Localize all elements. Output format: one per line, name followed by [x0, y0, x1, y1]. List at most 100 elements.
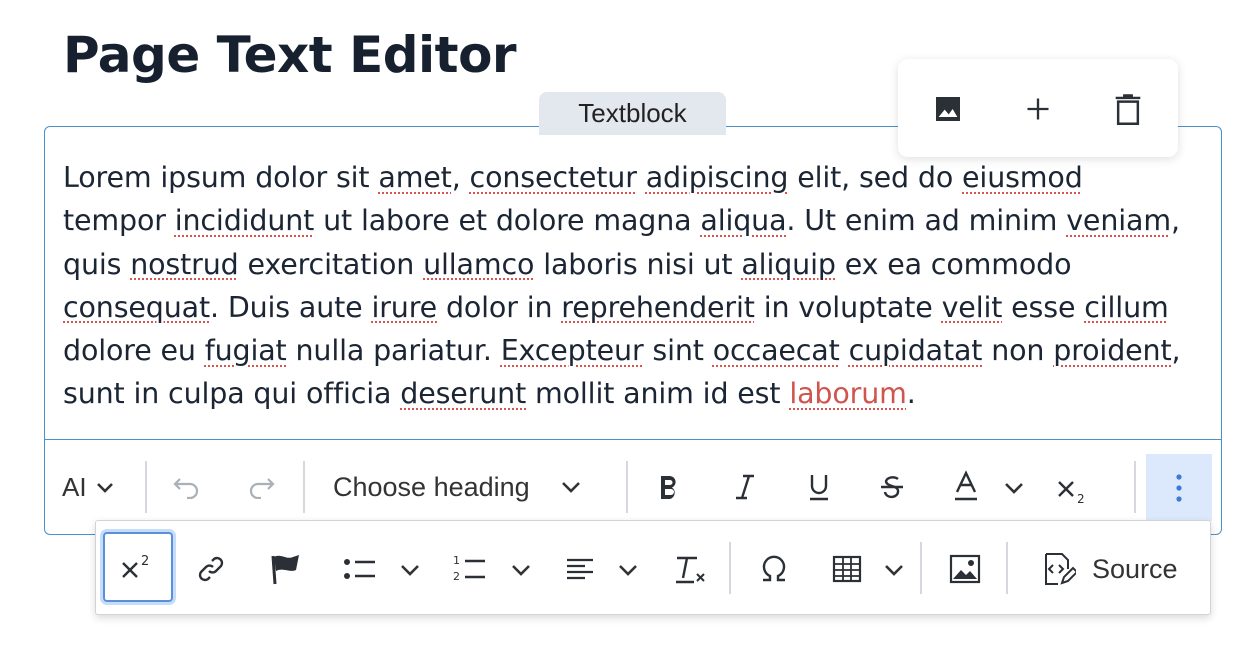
editor-line: dolore eu fugiat nulla pariatur. Excepte…: [63, 329, 1208, 372]
toolbar-divider: [729, 542, 731, 594]
misspelled-word: proident: [1053, 334, 1172, 368]
insert-image-icon[interactable]: [947, 552, 983, 586]
text-run: non: [982, 334, 1054, 368]
link-icon[interactable]: [194, 552, 228, 586]
toolbar-divider: [1134, 461, 1136, 513]
misspelled-word: veniam: [1066, 204, 1171, 238]
toolbar-divider: [303, 461, 305, 513]
text-run: . Ut enim ad minim: [786, 204, 1067, 238]
ai-dropdown[interactable]: AI: [62, 468, 115, 506]
text-run: .: [906, 377, 916, 411]
bold-icon[interactable]: [654, 470, 684, 504]
superscript-icon[interactable]: 2: [103, 532, 173, 602]
image-icon[interactable]: [926, 87, 970, 131]
misspelled-word: adipiscing: [645, 161, 789, 194]
text-run: dolore eu: [63, 334, 205, 368]
undo-icon[interactable]: [170, 474, 204, 500]
trash-icon[interactable]: [1106, 87, 1150, 131]
toolbar-divider: [920, 542, 922, 594]
block-type-label: Textblock: [539, 92, 726, 135]
text-run: [637, 161, 646, 194]
misspelled-word: reprehenderit: [561, 290, 755, 324]
text-run: ex ea commodo: [835, 247, 1072, 281]
redo-icon[interactable]: [244, 474, 278, 500]
misspelled-word: cupidatat: [848, 334, 983, 368]
text-run: ,: [1171, 334, 1181, 368]
text-run: sunt in culpa qui officia: [63, 377, 401, 411]
misspelled-word: irure: [371, 290, 438, 324]
editor-line: sunt in culpa qui officia deserunt molli…: [63, 372, 1208, 415]
text-run: ,: [1170, 204, 1180, 238]
misspelled-word: laborum: [789, 377, 907, 411]
text-run: Lorem ipsum dolor sit: [63, 161, 379, 194]
text-run: elit, sed do: [788, 161, 963, 194]
text-run: [840, 334, 849, 367]
editor-line: tempor incididunt ut labore et dolore ma…: [63, 199, 1208, 242]
heading-dropdown[interactable]: Choose heading: [333, 466, 582, 508]
misspelled-word: aliqua: [700, 204, 787, 238]
text-run: mollit anim id est: [526, 377, 790, 411]
chevron-down-icon[interactable]: [882, 560, 906, 580]
editor-line: quis nostrud exercitation ullamco labori…: [63, 243, 1208, 286]
italic-icon[interactable]: [730, 470, 760, 504]
plus-icon[interactable]: [1016, 87, 1060, 131]
misspelled-word: consectetur: [469, 161, 637, 194]
table-icon[interactable]: [830, 553, 864, 585]
chevron-down-icon[interactable]: [1002, 478, 1026, 498]
misspelled-word: Excepteur: [500, 334, 644, 368]
chevron-down-icon[interactable]: [616, 560, 640, 580]
more-vertical-icon[interactable]: [1146, 454, 1212, 521]
text-run: esse: [1002, 290, 1085, 324]
editor-line: consequat. Duis aute irure dolor in repr…: [63, 286, 1208, 329]
text-run: in voluptate: [754, 290, 942, 324]
editor-text[interactable]: Lorem ipsum dolor sit amet, consectetur …: [63, 156, 1208, 416]
text-run: exercitation: [238, 247, 424, 281]
align-icon[interactable]: [564, 554, 596, 584]
misspelled-word: nostrud: [130, 247, 239, 281]
text-run: laboris nisi ut: [534, 247, 742, 281]
chevron-down-icon[interactable]: [509, 560, 533, 580]
misspelled-word: occaecat: [712, 334, 840, 368]
subscript-icon[interactable]: 2: [1055, 474, 1091, 506]
misspelled-word: amet: [378, 161, 452, 194]
chevron-down-icon: [95, 480, 115, 494]
heading-label: Choose heading: [333, 471, 530, 502]
misspelled-word: fugiat: [204, 334, 287, 368]
flag-icon[interactable]: [266, 550, 306, 588]
misspelled-word: consequat: [63, 290, 210, 324]
svg-text:2: 2: [141, 554, 149, 569]
numbered-list-icon[interactable]: 12: [452, 552, 488, 584]
misspelled-word: deserunt: [400, 377, 527, 411]
toolbar-divider: [626, 461, 628, 513]
chevron-down-icon: [560, 480, 582, 494]
misspelled-word: incididunt: [174, 204, 315, 238]
text-run: ut labore et dolore magna: [314, 204, 701, 238]
misspelled-word: eiusmod: [962, 161, 1083, 194]
text-run: sint: [643, 334, 713, 368]
text-run: . Duis aute: [210, 290, 372, 324]
text-run: dolor in: [437, 290, 562, 324]
special-characters-icon[interactable]: [756, 552, 792, 586]
source-label: Source: [1092, 553, 1178, 584]
block-toolbar: [898, 59, 1178, 157]
text-run: nulla pariatur.: [286, 334, 501, 368]
toolbar-divider: [145, 461, 147, 513]
font-color-icon[interactable]: [950, 468, 982, 504]
remove-format-icon[interactable]: [672, 552, 708, 586]
underline-icon[interactable]: [804, 470, 834, 504]
misspelled-word: aliquip: [741, 247, 836, 281]
misspelled-word: velit: [941, 290, 1003, 324]
bulleted-list-icon[interactable]: [342, 554, 378, 584]
misspelled-word: ullamco: [423, 247, 535, 281]
text-run: tempor: [63, 204, 175, 238]
source-button[interactable]: Source: [1040, 548, 1178, 590]
editor-line: Lorem ipsum dolor sit amet, consectetur …: [63, 156, 1208, 199]
text-run: quis: [63, 247, 131, 281]
svg-text:2: 2: [453, 570, 460, 583]
svg-text:1: 1: [453, 554, 460, 567]
strikethrough-icon[interactable]: [877, 470, 907, 504]
chevron-down-icon[interactable]: [398, 560, 422, 580]
svg-text:2: 2: [1077, 492, 1085, 504]
ai-label: AI: [62, 471, 87, 502]
page-title: Page Text Editor: [63, 26, 517, 84]
